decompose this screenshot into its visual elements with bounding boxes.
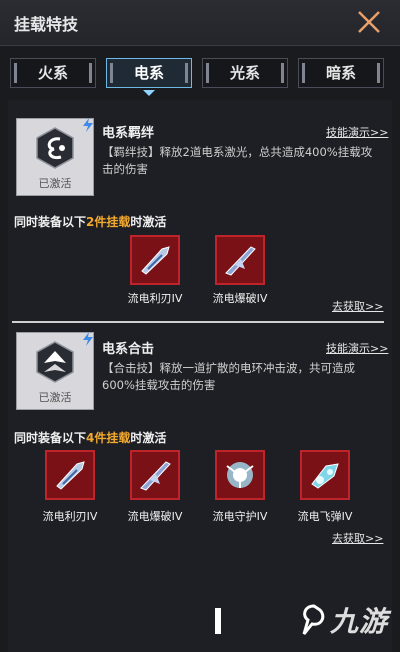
skills-panel: 已激活 电系羁绊 技能演示>> 【羁绊技】释放2道电系激光，总共造成400%挂载… — [8, 100, 392, 652]
tab-light[interactable]: 光系 — [202, 58, 288, 88]
mount-item-slot[interactable] — [130, 235, 180, 285]
mount-item-label: 流电爆破IV — [212, 292, 268, 305]
missile-pod-icon — [311, 463, 339, 489]
mount-item-slot[interactable] — [130, 450, 180, 500]
lightning-icon — [83, 332, 93, 346]
skill-demo-link[interactable]: 技能演示>> — [326, 124, 388, 140]
mount-item-label: 流电爆破IV — [127, 510, 183, 523]
guard-orb-icon — [226, 462, 254, 488]
mount-item-label: 流电飞弹IV — [297, 510, 353, 523]
blast-pod-icon — [225, 246, 256, 276]
skill-name: 电系羁绊 — [102, 126, 155, 141]
skill-status: 已激活 — [38, 177, 72, 190]
mount-item-slot[interactable] — [215, 450, 265, 500]
activation-requirement: 同时装备以下4件挂载时激活 — [14, 431, 167, 445]
skill-name: 电系合击 — [102, 342, 155, 357]
mount-item-slot[interactable] — [300, 450, 350, 500]
section-divider — [12, 321, 384, 323]
acquire-link[interactable]: 去获取>> — [332, 298, 383, 314]
electric-combo-icon — [36, 341, 74, 383]
skill-description: 【合击技】释放一道扩散的电环冲击波，共可造成600%挂载攻击的伤害 — [102, 361, 355, 392]
jiuyou-logo-icon — [302, 604, 325, 635]
tab-electric[interactable]: 电系 — [106, 58, 192, 88]
element-tabs: 火系 电系 光系 暗系 — [0, 54, 400, 92]
close-icon[interactable] — [356, 9, 382, 35]
blade-pod-icon — [141, 246, 170, 275]
dialog-header: 挂载特技 — [0, 0, 400, 46]
blast-pod-icon — [140, 461, 171, 491]
acquire-link[interactable]: 去获取>> — [332, 530, 383, 546]
mount-item-slot[interactable] — [45, 450, 95, 500]
blade-pod-icon — [56, 461, 85, 490]
mount-item-label: 流电利刃IV — [42, 510, 98, 523]
activation-requirement: 同时装备以下2件挂载时激活 — [14, 215, 167, 229]
mount-item-slot[interactable] — [215, 235, 265, 285]
tab-dark[interactable]: 暗系 — [298, 58, 384, 88]
skill-status: 已激活 — [38, 391, 72, 404]
lightning-icon — [83, 118, 93, 132]
scroll-indicator — [215, 608, 221, 634]
active-tab-indicator — [143, 90, 155, 96]
mount-item-label: 流电守护IV — [212, 510, 268, 523]
dialog-title: 挂载特技 — [14, 15, 79, 34]
skill-description: 【羁绊技】释放2道电系激光，总共造成400%挂载攻击的伤害 — [102, 145, 373, 176]
tab-fire[interactable]: 火系 — [10, 58, 96, 88]
skill-demo-link[interactable]: 技能演示>> — [326, 340, 388, 356]
watermark: 九游 — [330, 605, 389, 638]
electric-bond-icon — [36, 127, 74, 169]
mount-item-label: 流电利刃IV — [127, 292, 183, 305]
